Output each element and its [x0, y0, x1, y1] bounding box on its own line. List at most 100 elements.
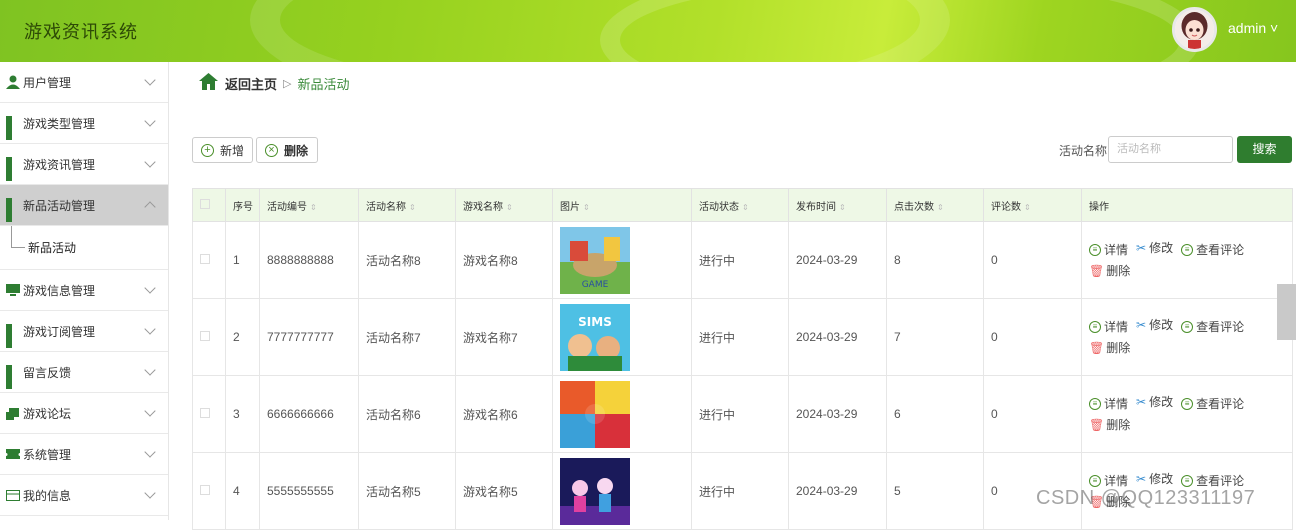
sidebar-item-game-news[interactable]: 游戏资讯管理: [0, 144, 168, 185]
watermark: CSDN @QQ123311197: [1036, 487, 1256, 509]
sidebar-item-label: 用户管理: [23, 75, 72, 90]
column-header[interactable]: 发布时间 ⇕: [788, 188, 887, 222]
trash-icon: 🗑: [1089, 417, 1105, 432]
sort-icon[interactable]: ⇕: [310, 203, 317, 212]
sort-icon[interactable]: ⇕: [742, 203, 749, 212]
user-menu[interactable]: admin ˅: [1228, 20, 1278, 36]
table-header-row: 序号 活动编号 ⇕ 活动名称 ⇕ 游戏名称 ⇕ 图片 ⇕ 活动状态 ⇕ 发布时间 ⇕ 点击次…: [192, 188, 1293, 222]
sidebar: 用户管理 游戏类型管理 游戏资讯管理 新品活动管理 新品活动 游戏信息管理 游戏…: [0, 62, 169, 520]
select-all-checkbox[interactable]: [200, 198, 210, 209]
search-button[interactable]: 搜索: [1237, 136, 1292, 163]
chevron-down-icon: [144, 446, 156, 458]
sort-icon[interactable]: ⇕: [583, 203, 590, 212]
view-comments-link[interactable]: ≡ 查看评论: [1181, 317, 1244, 338]
delete-link[interactable]: 🗑 删除: [1089, 418, 1130, 432]
chevron-down-icon: [144, 282, 156, 294]
column-header[interactable]: 活动状态 ⇕: [691, 188, 789, 222]
sidebar-item-label: 系统管理: [23, 447, 72, 462]
edit-link[interactable]: ✂ 修改: [1136, 392, 1173, 413]
sort-icon[interactable]: ⇕: [839, 203, 846, 212]
sort-icon[interactable]: ⇕: [506, 203, 513, 212]
detail-link[interactable]: ≡ 详情: [1089, 317, 1128, 338]
cell-code: 8888888888: [259, 221, 359, 299]
detail-icon: ≡: [1089, 475, 1101, 488]
comment-icon: ≡: [1181, 321, 1194, 334]
cell-comments: 0: [983, 221, 1082, 299]
sidebar-item-forum[interactable]: 游戏论坛: [0, 393, 168, 434]
cell-date: 2024-03-29: [788, 452, 887, 530]
sidebar-item-system[interactable]: 系统管理: [0, 434, 168, 475]
column-header[interactable]: 评论数 ⇕: [983, 188, 1082, 222]
comment-icon: ≡: [1181, 398, 1194, 411]
cell-code: 7777777777: [259, 298, 359, 376]
trash-icon: 🗑: [1089, 340, 1105, 355]
edit-link[interactable]: ✂ 修改: [1136, 315, 1173, 336]
home-icon[interactable]: [199, 73, 218, 93]
chevron-down-icon: [144, 487, 156, 499]
cell-image: [552, 375, 692, 453]
view-comments-link[interactable]: ≡ 查看评论: [1181, 240, 1244, 261]
delete-link[interactable]: 🗑 删除: [1089, 341, 1130, 355]
wrench-icon: ✂: [1136, 318, 1147, 333]
row-checkbox[interactable]: [200, 485, 210, 495]
grid-icon: [6, 198, 20, 222]
user-avatar[interactable]: [1172, 7, 1217, 52]
sidebar-item-game-type[interactable]: 游戏类型管理: [0, 103, 168, 144]
table-row: 2 7777777777 活动名称7 游戏名称7 SIMS 进行中 2024-0…: [192, 298, 1293, 376]
activity-thumbnail[interactable]: SIMS: [560, 303, 630, 371]
table-row: 3 6666666666 活动名称6 游戏名称6 进行中 2024-03-29 …: [192, 375, 1293, 453]
detail-link[interactable]: ≡ 详情: [1089, 240, 1128, 261]
detail-link[interactable]: ≡ 详情: [1089, 394, 1128, 415]
chevron-down-icon: [144, 74, 156, 86]
delete-button[interactable]: × 删除: [256, 137, 318, 163]
sidebar-item-game-subscribe[interactable]: 游戏订阅管理: [0, 311, 168, 352]
activity-thumbnail[interactable]: [560, 457, 630, 525]
sort-icon[interactable]: ⇕: [1024, 203, 1031, 212]
plus-icon: +: [201, 143, 214, 157]
row-checkbox[interactable]: [200, 408, 210, 418]
table-row: 1 8888888888 活动名称8 游戏名称8 GAME 进行中 2024-0…: [192, 221, 1293, 299]
column-header[interactable]: 图片 ⇕: [552, 188, 692, 222]
grid-icon: [6, 157, 20, 181]
cell-actions: ≡ 详情 ✂ 修改 ≡ 查看评论 🗑 删除: [1081, 298, 1293, 376]
activity-thumbnail[interactable]: [560, 380, 630, 448]
sidebar-item-label: 游戏资讯管理: [23, 157, 96, 172]
sidebar-item-user-management[interactable]: 用户管理: [0, 62, 168, 103]
monitor-icon: [6, 283, 20, 297]
column-header[interactable]: 点击次数 ⇕: [886, 188, 984, 222]
cell-image: [552, 452, 692, 530]
column-header[interactable]: 活动编号 ⇕: [259, 188, 359, 222]
cell-status: 进行中: [691, 375, 789, 453]
sidebar-item-game-info[interactable]: 游戏信息管理: [0, 270, 168, 311]
cell-date: 2024-03-29: [788, 298, 887, 376]
view-comments-link[interactable]: ≡ 查看评论: [1181, 394, 1244, 415]
chevron-down-icon: [144, 115, 156, 127]
user-icon: [6, 75, 20, 89]
column-header[interactable]: 游戏名称 ⇕: [455, 188, 553, 222]
sidebar-item-label: 游戏类型管理: [23, 116, 96, 131]
column-header[interactable]: 活动名称 ⇕: [358, 188, 456, 222]
sidebar-subitem-new-activity[interactable]: 新品活动: [0, 226, 168, 270]
delete-link[interactable]: 🗑 删除: [1089, 264, 1130, 278]
search-input[interactable]: 活动名称: [1108, 136, 1233, 163]
row-checkbox[interactable]: [200, 331, 210, 341]
row-checkbox[interactable]: [200, 254, 210, 264]
header-checkbox-cell: [192, 188, 226, 222]
add-button[interactable]: + 新增: [192, 137, 253, 163]
breadcrumb-current: 新品活动: [297, 76, 350, 92]
sort-icon[interactable]: ⇕: [937, 203, 944, 212]
sidebar-item-my-info[interactable]: 我的信息: [0, 475, 168, 516]
activity-thumbnail[interactable]: GAME: [560, 226, 630, 294]
edit-link[interactable]: ✂ 修改: [1136, 238, 1173, 259]
home-link[interactable]: 返回主页: [225, 74, 277, 93]
cell-name: 活动名称6: [358, 375, 456, 453]
scrollbar-thumb[interactable]: [1277, 284, 1296, 340]
sidebar-item-new-activity[interactable]: 新品活动管理: [0, 185, 168, 226]
sort-icon[interactable]: ⇕: [409, 203, 416, 212]
row-checkbox-cell: [192, 375, 226, 453]
svg-text:GAME: GAME: [582, 280, 609, 290]
wrench-icon: ✂: [1136, 395, 1147, 410]
sidebar-item-feedback[interactable]: 留言反馈: [0, 352, 168, 393]
chevron-down-icon: [144, 323, 156, 335]
cell-comments: 0: [983, 375, 1082, 453]
